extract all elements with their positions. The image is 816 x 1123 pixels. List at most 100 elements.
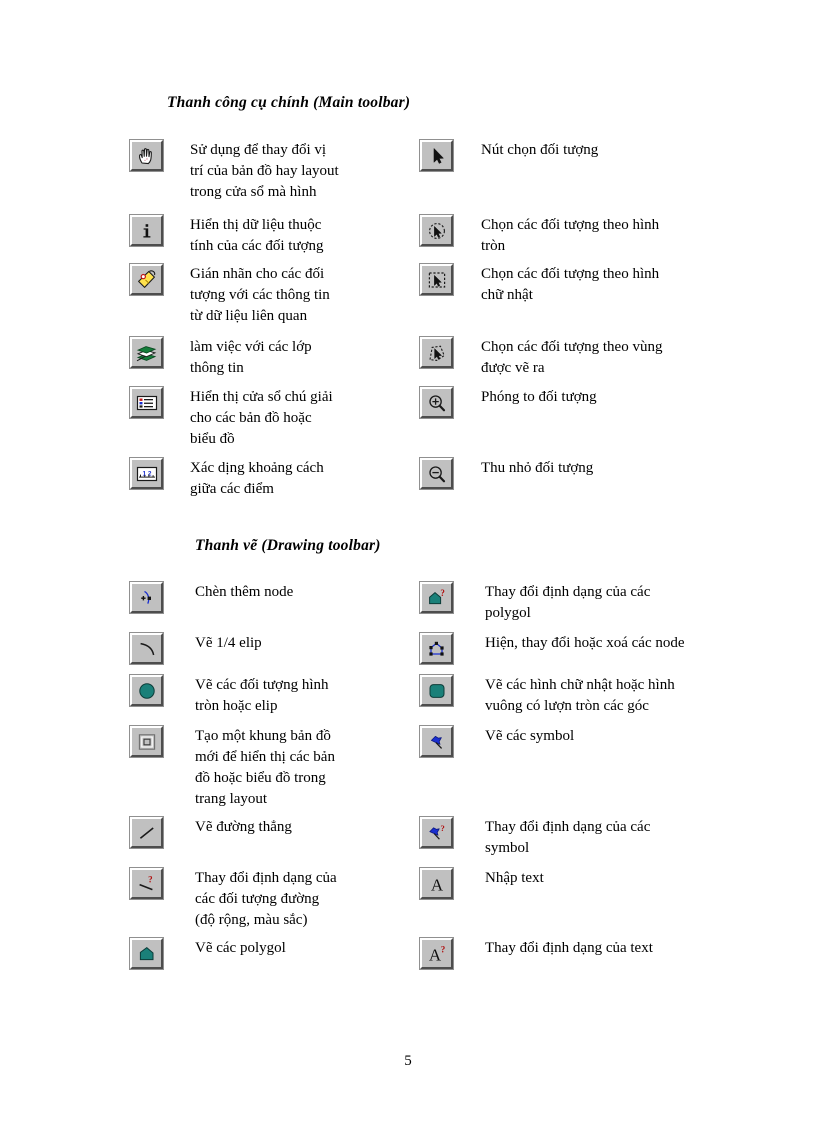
desc-line: giữa các điểm — [190, 481, 274, 497]
desc-line: thông tin — [190, 360, 244, 376]
entry-description: Gián nhãn cho các đối tượng với các thôn… — [190, 264, 330, 327]
zoom-in-icon — [419, 386, 454, 419]
edit-node-button[interactable] — [419, 632, 454, 665]
drawing-entry-quarter-ellipse: Vẽ 1/4 elip — [129, 632, 262, 665]
polygon-style-icon: ? — [419, 581, 454, 614]
toolbar-entry-measure: 1 2 Xác dịng khoảng cách giữa các điểm — [129, 457, 324, 500]
desc-line: được vẽ ra — [481, 360, 545, 376]
desc-line: Nút chọn đối tượng — [481, 142, 599, 158]
arrow-select-button[interactable] — [419, 139, 454, 172]
polygon-style-button[interactable]: ? — [419, 581, 454, 614]
add-node-button[interactable] — [129, 581, 164, 614]
desc-line: tròn — [481, 238, 506, 254]
entry-description: Thay đổi định dạng của các polygol — [485, 582, 650, 624]
zoom-out-button[interactable] — [419, 457, 454, 490]
desc-line: trong cửa sổ mà hình — [190, 184, 317, 200]
desc-line: Vẽ các symbol — [485, 728, 575, 744]
desc-line: cho các bản đồ hoặc — [190, 410, 312, 426]
symbol-button[interactable] — [419, 725, 454, 758]
entry-description: Sử dụng để thay đổi vị trí của bản đồ ha… — [190, 140, 339, 203]
desc-line: Xác dịng khoảng cách — [190, 460, 324, 476]
drawing-entry-symbol-style: ? Thay đổi định dạng của các symbol — [419, 816, 650, 859]
rectangle-select-button[interactable] — [419, 263, 454, 296]
desc-line: đồ hoặc biểu đồ trong — [195, 770, 326, 786]
page-number: 5 — [404, 1053, 412, 1069]
desc-line: Vẽ đường thẳng — [195, 819, 292, 835]
zoom-in-button[interactable] — [419, 386, 454, 419]
text-style-icon: A ? — [419, 937, 454, 970]
identify-info-icon — [129, 214, 164, 247]
desc-line: trí của bản đồ hay layout — [190, 163, 339, 179]
toolbar-entry-zoom-out: Thu nhỏ đối tượng — [419, 457, 593, 490]
entry-description: Tạo một khung bản đồ mới để hiển thị các… — [195, 726, 335, 810]
main-toolbar-heading: Thanh công cụ chính (Main toolbar) — [167, 94, 411, 111]
desc-line: Chọn các đối tượng theo hình — [481, 217, 660, 233]
desc-line: Vẽ các hình chữ nhật hoặc hình — [485, 677, 675, 693]
identify-info-button[interactable] — [129, 214, 164, 247]
drawing-entry-symbol: Vẽ các symbol — [419, 725, 574, 758]
entry-description: Chọn các đối tượng theo vùng được vẽ ra — [481, 337, 662, 379]
pan-hand-button[interactable] — [129, 139, 164, 172]
entry-description: Xác dịng khoảng cách giữa các điểm — [190, 458, 324, 500]
ellipse-icon — [129, 674, 164, 707]
desc-line: mới để hiển thị các bản — [195, 749, 335, 765]
entry-description: làm việc với các lớp thông tin — [190, 337, 312, 379]
quarter-ellipse-button[interactable] — [129, 632, 164, 665]
toolbar-entry-legend: Hiển thị cửa sổ chú giải cho các bản đồ … — [129, 386, 333, 450]
toolbar-entry-identify: Hiển thị dữ liệu thuộc tính của các đối … — [129, 214, 324, 257]
toolbar-entry-layers: làm việc với các lớp thông tin — [129, 336, 312, 379]
entry-description: Nút chọn đối tượng — [481, 140, 598, 161]
quarter-ellipse-icon — [129, 632, 164, 665]
toolbar-entry-zoom-in: Phóng to đối tượng — [419, 386, 597, 419]
svg-text:1 2: 1 2 — [142, 470, 151, 477]
desc-line: Sử dụng để thay đổi vị — [190, 142, 327, 158]
entry-description: Vẽ các symbol — [485, 726, 574, 747]
line-button[interactable] — [129, 816, 164, 849]
drawing-entry-text-tool: A Nhập text — [419, 867, 544, 900]
desc-line: (độ rộng, màu sắc) — [195, 912, 308, 928]
entry-description: Vẽ các hình chữ nhật hoặc hình vuông có … — [485, 675, 675, 717]
entry-description: Thay đổi định dạng của text — [485, 938, 653, 959]
circle-select-button[interactable] — [419, 214, 454, 247]
label-tag-button[interactable] — [129, 263, 164, 296]
entry-description: Hiển thị cửa sổ chú giải cho các bản đồ … — [190, 387, 333, 450]
legend-window-button[interactable] — [129, 386, 164, 419]
desc-line: Chọn các đối tượng theo vùng — [481, 339, 663, 355]
entry-description: Chọn các đối tượng theo hình chữ nhật — [481, 264, 659, 306]
text-tool-button[interactable]: A — [419, 867, 454, 900]
symbol-style-button[interactable]: ? — [419, 816, 454, 849]
desc-line: Vẽ các polygol — [195, 940, 286, 956]
rounded-rect-button[interactable] — [419, 674, 454, 707]
ruler-measure-icon: 1 2 — [129, 457, 164, 490]
desc-line: Hiển thị dữ liệu thuộc — [190, 217, 322, 233]
desc-line: Gián nhãn cho các đối — [190, 266, 325, 282]
text-style-button[interactable]: A ? — [419, 937, 454, 970]
symbol-style-icon: ? — [419, 816, 454, 849]
layer-control-button[interactable] — [129, 336, 164, 369]
desc-line: Vẽ các đối tượng hình — [195, 677, 329, 693]
desc-line: từ dữ liệu liên quan — [190, 308, 308, 324]
desc-line: polygol — [485, 605, 531, 621]
entry-description: Thay đổi định dạng của các đối tượng đườ… — [195, 868, 337, 931]
desc-line: làm việc với các lớp — [190, 339, 312, 355]
entry-description: Phóng to đối tượng — [481, 387, 597, 408]
entry-description: Vẽ đường thẳng — [195, 817, 292, 838]
polygon-button[interactable] — [129, 937, 164, 970]
ruler-measure-button[interactable]: 1 2 — [129, 457, 164, 490]
drawing-entry-line-style: ? Thay đổi định dạng của các đối tượng đ… — [129, 867, 337, 931]
desc-line: Tạo một khung bản đồ — [195, 728, 331, 744]
drawing-entry-ellipse: Vẽ các đối tượng hình tròn hoặc elip — [129, 674, 329, 717]
desc-line: Hiện, thay đổi hoặc xoá các node — [485, 635, 685, 651]
polygon-select-button[interactable] — [419, 336, 454, 369]
map-frame-button[interactable] — [129, 725, 164, 758]
add-node-icon — [129, 581, 164, 614]
polygon-select-icon — [419, 336, 454, 369]
entry-description: Hiển thị dữ liệu thuộc tính của các đối … — [190, 215, 324, 257]
ellipse-button[interactable] — [129, 674, 164, 707]
toolbar-entry-rectangle-select: Chọn các đối tượng theo hình chữ nhật — [419, 263, 659, 306]
desc-line: chữ nhật — [481, 287, 533, 303]
desc-line: Nhập text — [485, 870, 544, 886]
line-style-button[interactable]: ? — [129, 867, 164, 900]
desc-line: Chèn thêm node — [195, 584, 294, 600]
drawing-entry-map-frame: Tạo một khung bản đồ mới để hiển thị các… — [129, 725, 335, 810]
